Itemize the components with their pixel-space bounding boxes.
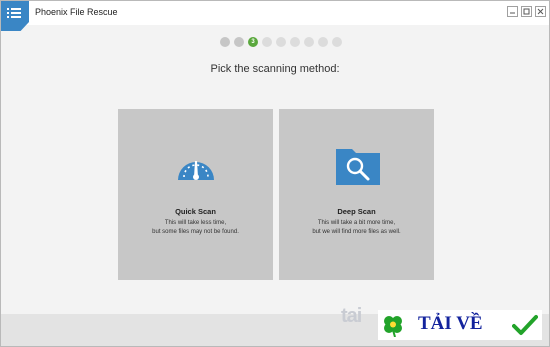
deep-scan-description: This will take a bit more time, but we w… (279, 219, 434, 237)
deep-scan-desc-line: This will take a bit more time, (317, 220, 396, 226)
deep-scan-title: Deep Scan (337, 207, 376, 216)
checkmark-icon (512, 314, 538, 341)
maximize-button[interactable] (521, 6, 532, 17)
window-title: Phoenix File Rescue (35, 7, 118, 17)
step-dot (332, 37, 342, 47)
watermark: tai TẢI VỀ (335, 303, 548, 345)
page-prompt: Pick the scanning method: (210, 63, 340, 75)
deep-scan-option[interactable]: Deep Scan This will take a bit more time… (279, 109, 434, 280)
quick-scan-title: Quick Scan (175, 207, 216, 216)
step-indicator: 3 (220, 37, 342, 47)
step-dot (290, 37, 300, 47)
deep-scan-desc-line: but we will find more files as well. (312, 229, 401, 235)
quick-scan-desc-line: but some files may not be found. (152, 229, 239, 235)
step-dot (304, 37, 314, 47)
quick-scan-description: This will take less time, but some files… (118, 219, 273, 237)
close-button[interactable] (535, 6, 546, 17)
step-dot (234, 37, 244, 47)
step-dot (262, 37, 272, 47)
step-dot-current: 3 (248, 37, 258, 47)
speedometer-icon (175, 147, 217, 188)
step-dot (318, 37, 328, 47)
title-bar: Phoenix File Rescue (1, 1, 549, 31)
clover-icon (380, 313, 406, 342)
app-logo-icon (1, 1, 29, 31)
quick-scan-option[interactable]: Quick Scan This will take less time, but… (118, 109, 273, 280)
folder-search-icon (336, 147, 380, 190)
quick-scan-desc-line: This will take less time, (164, 220, 227, 226)
watermark-right-text: TẢI VỀ (418, 313, 483, 334)
watermark-left-text: tai (341, 305, 362, 327)
step-dot (220, 37, 230, 47)
app-window: Phoenix File Rescue 3 Pick the scanning … (0, 0, 550, 347)
watermark-band: TẢI VỀ (378, 310, 542, 340)
step-dot (276, 37, 286, 47)
minimize-button[interactable] (507, 6, 518, 17)
